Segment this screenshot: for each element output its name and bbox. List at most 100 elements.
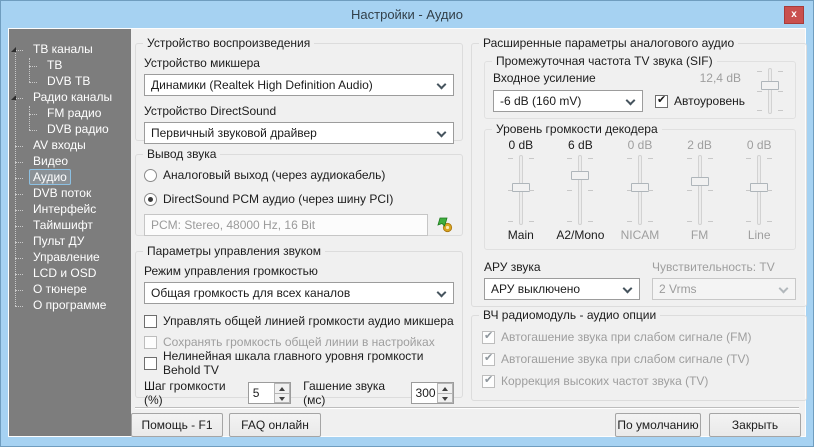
pcm-output-radio[interactable]: DirectSound PCM аудио (через шину PCI) xyxy=(144,190,454,208)
checkbox-checked-disabled-icon xyxy=(482,351,495,366)
group-title: Вывод звука xyxy=(143,147,221,161)
titlebar[interactable]: Настройки - Аудио x xyxy=(1,1,813,28)
analog-output-label: Аналоговый выход (через аудиокабель) xyxy=(163,168,386,182)
sidebar-item-label-selected: Аудио xyxy=(29,169,71,185)
right-column: Расширенные параметры аналогового аудио … xyxy=(471,29,807,436)
chevron-down-icon xyxy=(436,127,447,138)
group-title: Устройство воспроизведения xyxy=(143,36,315,50)
volume-step-value[interactable]: 5 xyxy=(249,383,274,403)
fm-automute-checkbox: Автогашение звука при слабом сигнале (FM… xyxy=(482,329,796,345)
sidebar-item-label: Пульт ДУ xyxy=(33,234,85,248)
radio-selected-icon[interactable] xyxy=(144,192,157,206)
volume-mode-select[interactable]: Общая громкость для всех каналов xyxy=(144,282,454,304)
checkbox-checked-icon[interactable] xyxy=(655,93,668,108)
mute-time-label: Гашение звука (мс) xyxy=(303,379,386,407)
sidebar-item-label: LCD и OSD xyxy=(33,266,97,280)
close-button[interactable]: x xyxy=(784,6,804,24)
checkbox-checked-disabled-icon xyxy=(482,373,495,388)
sidebar-item-label: ТВ каналы xyxy=(33,42,93,56)
directsound-device-label: Устройство DirectSound xyxy=(144,104,277,118)
mixer-line-label: Управлять общей линией громкости аудио м… xyxy=(163,314,454,328)
mute-time-value[interactable]: 300 xyxy=(412,383,437,403)
sidebar-item-interface[interactable]: Интерфейс xyxy=(9,202,131,218)
pcm-format-field: PCM: Stereo, 48000 Hz, 16 Bit xyxy=(144,214,428,236)
sidebar-item-dvb-radio[interactable]: DVB радио xyxy=(9,122,131,138)
input-gain-label: Входное усиление xyxy=(493,71,596,85)
fm-volume-slider xyxy=(686,155,713,225)
sidebar-item-dvb-tv[interactable]: DVB ТВ xyxy=(9,74,131,90)
group-title: Расширенные параметры аналогового аудио xyxy=(479,36,739,50)
input-gain-select[interactable]: -6 dB (160 mV) xyxy=(493,90,643,112)
tree-expander-icon[interactable] xyxy=(11,95,16,100)
rf-module-group: ВЧ радиомодуль - аудио опции Автогашение… xyxy=(471,308,807,401)
close-button-label: Закрыть xyxy=(731,418,779,432)
group-title: Параметры управления звуком xyxy=(143,244,326,258)
mute-time-stepper[interactable]: 300 xyxy=(410,382,455,404)
sidebar-item-lcd-osd[interactable]: LCD и OSD xyxy=(9,266,131,282)
faq-online-button[interactable]: FAQ онлайн xyxy=(229,413,321,437)
agc-select[interactable]: АРУ выключено xyxy=(484,278,640,300)
slider-thumb xyxy=(630,183,649,192)
sidebar-item-radio-channels[interactable]: Радио каналы xyxy=(9,90,131,106)
main-volume-slider[interactable] xyxy=(507,155,534,225)
sif-level-value: 12,4 dB xyxy=(699,71,741,85)
decoder-value: 0 dB xyxy=(627,138,653,152)
mixer-device-select[interactable]: Динамики (Realtek High Definition Audio) xyxy=(144,74,454,96)
autolevel-checkbox[interactable]: Автоуровень xyxy=(655,93,745,109)
slider-thumb xyxy=(750,183,769,192)
slider-thumb[interactable] xyxy=(511,183,530,192)
sidebar-item-about-program[interactable]: О программе xyxy=(9,298,131,314)
sidebar-item-timeshift[interactable]: Таймшифт xyxy=(9,218,131,234)
sidebar-item-label: О тюнере xyxy=(33,282,87,296)
decoder-channel-fm: 2 dB FM xyxy=(670,138,730,249)
checkbox-icon[interactable] xyxy=(144,314,157,328)
sidebar-item-av-inputs[interactable]: AV входы xyxy=(9,138,131,154)
sidebar-item-control[interactable]: Управление xyxy=(9,250,131,266)
slider-thumb[interactable] xyxy=(571,171,590,180)
volume-step-stepper[interactable]: 5 xyxy=(247,382,292,404)
a2mono-volume-slider[interactable] xyxy=(567,155,594,225)
sidebar-item-audio[interactable]: Аудио xyxy=(9,169,131,186)
apply-audio-settings-icon[interactable] xyxy=(436,216,454,234)
sidebar-item-remote[interactable]: Пульт ДУ xyxy=(9,234,131,250)
directsound-device-select[interactable]: Первичный звуковой драйвер xyxy=(144,122,454,144)
settings-window: Настройки - Аудио x ТВ каналы ТВ DVB ТВ … xyxy=(0,0,814,447)
group-title: ВЧ радиомодуль - аудио опции xyxy=(479,308,661,322)
checkbox-icon[interactable] xyxy=(144,356,157,370)
pcm-output-label: DirectSound PCM аудио (через шину PCI) xyxy=(163,192,394,206)
decoder-channel-a2mono: 6 dB A2/Mono xyxy=(551,138,611,249)
radio-icon[interactable] xyxy=(144,168,157,182)
sidebar-item-fm-radio[interactable]: FM радио xyxy=(9,106,131,122)
window-title: Настройки - Аудио xyxy=(351,7,463,22)
decoder-volume-group: Уровень громкости декодера 0 dB Main 6 d… xyxy=(484,122,796,250)
sidebar-item-about-tuner[interactable]: О тюнере xyxy=(9,282,131,298)
close-dialog-button[interactable]: Закрыть xyxy=(709,413,801,437)
spin-down-icon[interactable] xyxy=(437,392,454,403)
sidebar-item-tv-channels[interactable]: ТВ каналы xyxy=(9,42,131,58)
sidebar-item-dvb-stream[interactable]: DVB поток xyxy=(9,186,131,202)
sound-output-group: Вывод звука Аналоговый выход (через ауди… xyxy=(135,147,463,236)
tree-expander-icon[interactable] xyxy=(11,47,16,52)
decoder-name: Line xyxy=(747,228,771,242)
hf-correction-label: Коррекция высоких частот звука (TV) xyxy=(501,374,709,388)
tv-automute-label: Автогашение звука при слабом сигнале (TV… xyxy=(501,352,750,366)
decoder-name: NICAM xyxy=(620,228,660,242)
defaults-button[interactable]: По умолчанию xyxy=(615,413,701,437)
chevron-down-icon xyxy=(436,79,447,90)
help-button[interactable]: Помощь - F1 xyxy=(131,413,223,437)
nonlinear-scale-checkbox[interactable]: Нелинейная шкала главного уровня громкос… xyxy=(144,349,454,377)
agc-row: АРУ звука АРУ выключено Чувствительность… xyxy=(484,260,796,300)
analog-output-radio[interactable]: Аналоговый выход (через аудиокабель) xyxy=(144,166,454,184)
agc-label: АРУ звука xyxy=(484,260,541,274)
sidebar-item-label: Управление xyxy=(33,250,100,264)
spin-down-icon[interactable] xyxy=(274,392,291,403)
mixer-device-label: Устройство микшера xyxy=(144,56,260,70)
mixer-line-checkbox[interactable]: Управлять общей линией громкости аудио м… xyxy=(144,313,454,329)
sidebar-item-label: DVB ТВ xyxy=(47,74,91,88)
sidebar-item-tv[interactable]: ТВ xyxy=(9,58,131,74)
fm-automute-label: Автогашение звука при слабом сигнале (FM… xyxy=(501,330,752,344)
group-title: Промежуточная частота TV звука (SIF) xyxy=(492,54,717,68)
advanced-analog-audio-group: Расширенные параметры аналогового аудио … xyxy=(471,36,807,307)
sidebar-item-video[interactable]: Видео xyxy=(9,154,131,170)
decoder-channel-main: 0 dB Main xyxy=(491,138,551,249)
